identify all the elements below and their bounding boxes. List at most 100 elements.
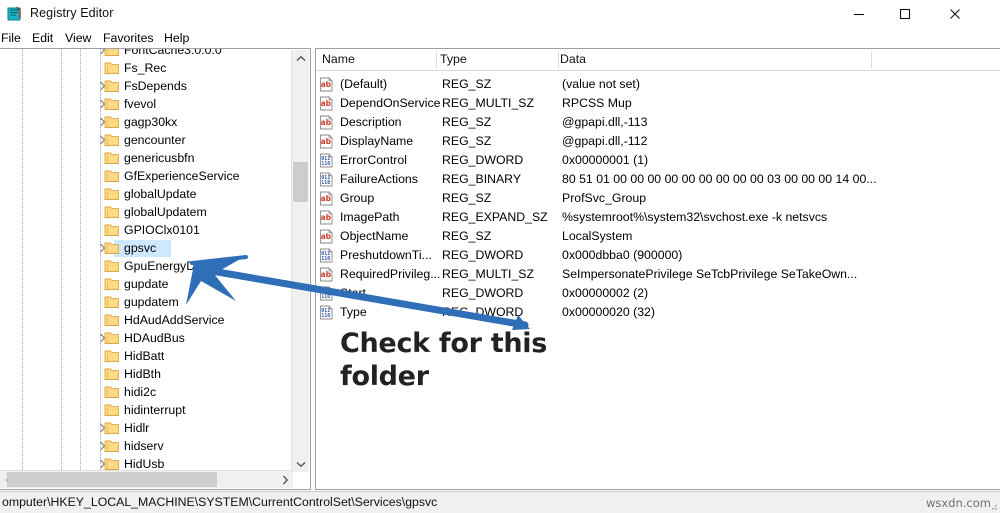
column-divider[interactable]: [558, 51, 559, 68]
close-button[interactable]: [932, 0, 978, 28]
folder-icon: [104, 49, 119, 56]
svg-text:ab: ab: [321, 213, 332, 222]
folder-icon: [104, 278, 119, 290]
menu-favorites[interactable]: Favorites: [98, 30, 159, 46]
tree-item-hidbatt[interactable]: HidBatt: [0, 347, 293, 365]
tree-item-gupdatem[interactable]: gupdatem: [0, 293, 293, 311]
tree-item-label: GfExperienceService: [124, 169, 240, 183]
registry-editor-icon: [7, 5, 24, 22]
value-type: REG_DWORD: [442, 248, 524, 262]
tree-item-label: gpsvc: [124, 241, 157, 255]
value-row[interactable]: ab ImagePath REG_EXPAND_SZ %systemroot%\sys…: [316, 208, 1000, 227]
tree-item-label: genericusbfn: [124, 151, 195, 165]
tree-item-fsdepends[interactable]: FsDepends: [0, 77, 293, 95]
tree-item-globalupdatem[interactable]: globalUpdatem: [0, 203, 293, 221]
scroll-up-button[interactable]: [292, 50, 309, 67]
menu-help[interactable]: Help: [159, 30, 194, 46]
scroll-thumb-horizontal[interactable]: [7, 472, 217, 487]
value-row[interactable]: ab Group REG_SZ ProfSvc_Group: [316, 189, 1000, 208]
value-row[interactable]: 011 110 Type REG_DWORD 0x00000020 (32): [316, 303, 1000, 322]
string-value-icon: ab: [320, 134, 333, 149]
svg-text:ab: ab: [321, 80, 332, 89]
tree-item-label: GpuEnergyDrv: [124, 259, 206, 273]
column-header-type[interactable]: Type: [440, 52, 467, 66]
tree-item-gpioclx0101[interactable]: GPIOClx0101: [0, 221, 293, 239]
tree-item-hdaudaddservice[interactable]: HdAudAddService: [0, 311, 293, 329]
window-title: Registry Editor: [30, 6, 114, 20]
value-data: 0x00000020 (32): [562, 305, 655, 319]
svg-text:ab: ab: [321, 99, 332, 108]
title-bar: Registry Editor: [0, 0, 1000, 28]
string-value-icon: ab: [320, 210, 333, 225]
svg-text:110: 110: [321, 313, 330, 319]
tree-item-gupdate[interactable]: gupdate: [0, 275, 293, 293]
tree-item-fs-rec[interactable]: Fs_Rec: [0, 59, 293, 77]
folder-icon: [104, 404, 119, 416]
registry-values-pane[interactable]: Name Type Data ab (Default) REG_SZ (value n…: [315, 48, 1000, 490]
column-header-data[interactable]: Data: [560, 52, 586, 66]
value-row[interactable]: 011 110 Start REG_DWORD 0x00000002 (2): [316, 284, 1000, 303]
tree-item-hidlr[interactable]: Hidlr: [0, 419, 293, 437]
tree-item-label: hidinterrupt: [124, 403, 186, 417]
resize-grip-icon[interactable]: [990, 503, 998, 511]
menu-view[interactable]: View: [60, 30, 96, 46]
tree-item-gagp30kx[interactable]: gagp30kx: [0, 113, 293, 131]
tree-item-fontcache3-0-0-0[interactable]: FontCache3.0.0.0: [0, 49, 293, 59]
tree-item-gpsvc[interactable]: gpsvc: [0, 239, 293, 257]
value-row[interactable]: 011 110 PreshutdownTi... REG_DWORD 0x000dbba…: [316, 246, 1000, 265]
value-name: (Default): [340, 77, 388, 91]
value-name: Description: [340, 115, 402, 129]
value-row[interactable]: ab DisplayName REG_SZ @gpapi.dll,-112: [316, 132, 1000, 151]
value-type: REG_DWORD: [442, 305, 524, 319]
tree-item-label: globalUpdatem: [124, 205, 207, 219]
maximize-button[interactable]: [882, 0, 928, 28]
scroll-right-button[interactable]: [276, 471, 293, 488]
values-column-header: Name Type Data: [316, 49, 1000, 71]
tree-item-hdaudbus[interactable]: HDAudBus: [0, 329, 293, 347]
tree-item-hidi2c[interactable]: hidi2c: [0, 383, 293, 401]
tree-item-gpuenergydrv[interactable]: GpuEnergyDrv: [0, 257, 293, 275]
folder-icon: [104, 134, 119, 146]
folder-icon: [104, 350, 119, 362]
tree-item-globalupdate[interactable]: globalUpdate: [0, 185, 293, 203]
tree-vertical-scrollbar[interactable]: [291, 50, 309, 472]
tree-item-fvevol[interactable]: fvevol: [0, 95, 293, 113]
tree-item-gencounter[interactable]: gencounter: [0, 131, 293, 149]
value-row[interactable]: ab DependOnService REG_MULTI_SZ RPCSS Mup: [316, 94, 1000, 113]
value-row[interactable]: ab ObjectName REG_SZ LocalSystem: [316, 227, 1000, 246]
svg-text:ab: ab: [321, 118, 332, 127]
value-row[interactable]: ab RequiredPrivileg... REG_MULTI_SZ SeImper…: [316, 265, 1000, 284]
column-divider[interactable]: [871, 51, 872, 68]
tree-item-hidbth[interactable]: HidBth: [0, 365, 293, 383]
scroll-thumb-vertical[interactable]: [293, 162, 308, 202]
tree-item-genericusbfn[interactable]: genericusbfn: [0, 149, 293, 167]
value-row[interactable]: ab Description REG_SZ @gpapi.dll,-113: [316, 113, 1000, 132]
value-name: ImagePath: [340, 210, 400, 224]
svg-text:110: 110: [321, 161, 330, 167]
folder-icon: [104, 62, 119, 74]
tree-item-label: HidBth: [124, 367, 161, 381]
value-data: 0x00000001 (1): [562, 153, 649, 167]
tree-horizontal-scrollbar[interactable]: [0, 470, 293, 488]
value-row[interactable]: 011 110 FailureActions REG_BINARY 80 51 01 0…: [316, 170, 1000, 189]
svg-text:ab: ab: [321, 270, 332, 279]
tree-item-hidinterrupt[interactable]: hidinterrupt: [0, 401, 293, 419]
minimize-button[interactable]: [836, 0, 882, 28]
column-divider[interactable]: [436, 51, 437, 68]
menu-edit[interactable]: Edit: [27, 30, 58, 46]
registry-tree[interactable]: FontCache3.0.0.0 Fs_Rec FsDepends fvevol gag…: [0, 49, 293, 472]
folder-icon: [104, 116, 119, 128]
value-row[interactable]: ab (Default) REG_SZ (value not set): [316, 75, 1000, 94]
dword-value-icon: 011110: [320, 153, 333, 168]
value-name: Group: [340, 191, 375, 205]
value-data: @gpapi.dll,-112: [562, 134, 648, 148]
tree-item-gfexperienceservice[interactable]: GfExperienceService: [0, 167, 293, 185]
scroll-down-button[interactable]: [292, 455, 309, 472]
column-header-name[interactable]: Name: [322, 52, 355, 66]
menu-file[interactable]: File: [0, 30, 26, 46]
registry-tree-pane[interactable]: FontCache3.0.0.0 Fs_Rec FsDepends fvevol gag…: [0, 48, 311, 490]
string-value-icon: ab: [320, 96, 333, 111]
tree-item-label: gupdate: [124, 277, 169, 291]
value-row[interactable]: 011 110 ErrorControl REG_DWORD 0x00000001 (1…: [316, 151, 1000, 170]
tree-item-hidserv[interactable]: hidserv: [0, 437, 293, 455]
